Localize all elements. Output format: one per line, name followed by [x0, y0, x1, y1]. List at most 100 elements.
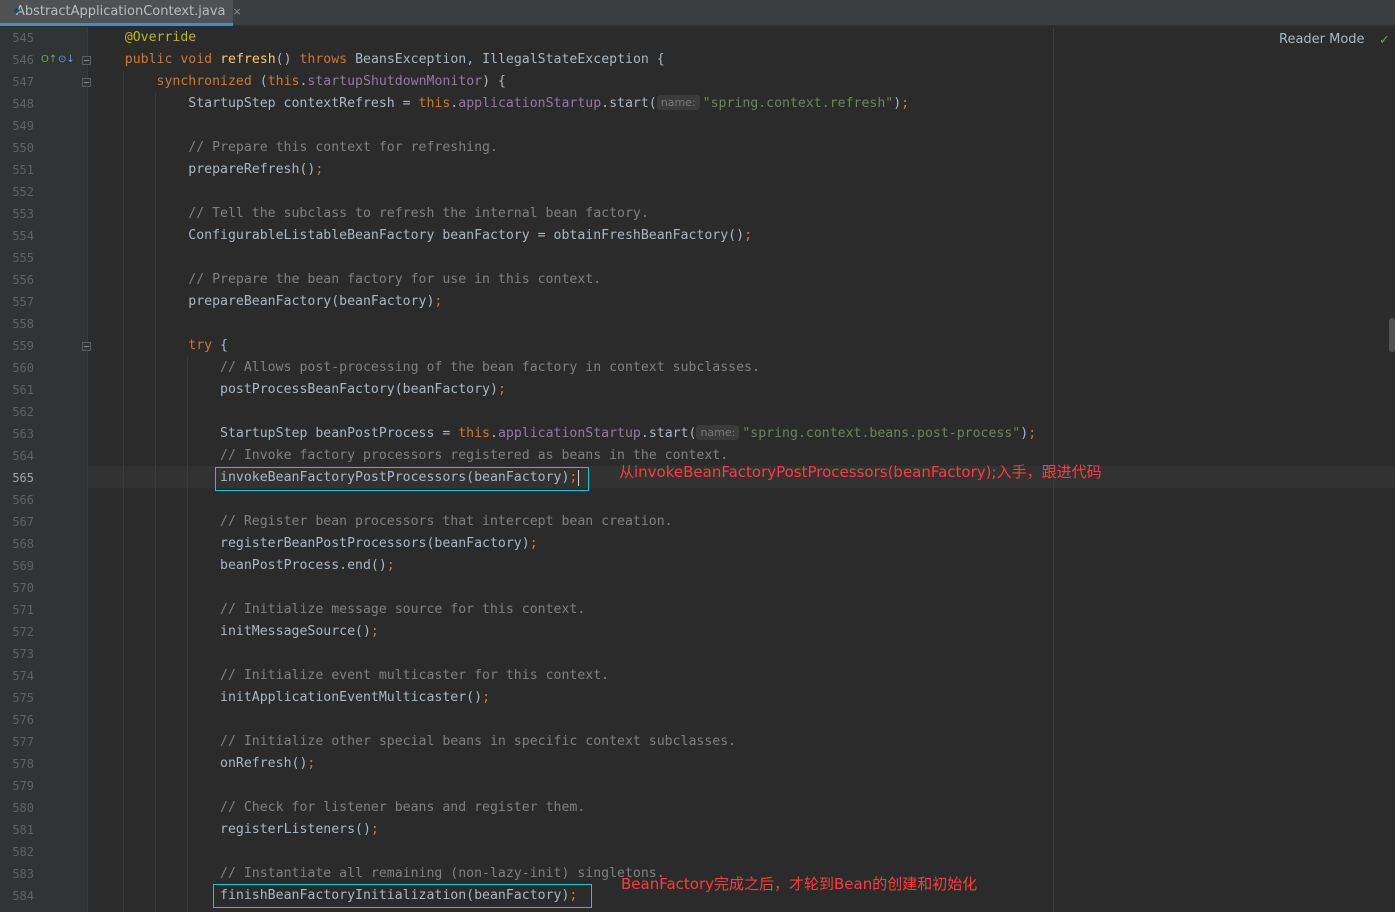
- code-line-575: initApplicationEventMulticaster();: [93, 687, 1036, 709]
- line-number[interactable]: 581: [0, 819, 40, 841]
- code-line-557: prepareBeanFactory(beanFactory);: [93, 291, 1036, 313]
- line-number[interactable]: 546: [0, 49, 40, 71]
- line-number[interactable]: 577: [0, 731, 40, 753]
- code-text: StartupStep beanPostProcess =: [220, 426, 459, 441]
- tab-abstract-application-context[interactable]: AbstractApplicationContext.java ×: [0, 0, 242, 26]
- field-name: startupShutdownMonitor: [307, 74, 483, 89]
- line-number[interactable]: 559: [0, 335, 40, 357]
- code-text: prepareBeanFactory(beanFactory): [188, 294, 435, 309]
- line-number[interactable]: 551: [0, 159, 40, 181]
- code-text: registerListeners(): [220, 822, 371, 837]
- line-number[interactable]: 578: [0, 753, 40, 775]
- line-number[interactable]: 562: [0, 401, 40, 423]
- line-number[interactable]: 547: [0, 71, 40, 93]
- fold-marker-synchronized[interactable]: [82, 78, 91, 87]
- line-number[interactable]: 555: [0, 247, 40, 269]
- line-number[interactable]: 566: [0, 489, 40, 511]
- line-number[interactable]: 571: [0, 599, 40, 621]
- line-number[interactable]: 557: [0, 291, 40, 313]
- line-number[interactable]: 561: [0, 379, 40, 401]
- code-line-551: prepareRefresh();: [93, 159, 1036, 181]
- line-number[interactable]: 579: [0, 775, 40, 797]
- comment: // Initialize event multicaster for this…: [220, 668, 610, 683]
- line-number[interactable]: 584: [0, 885, 40, 907]
- line-number[interactable]: 560: [0, 357, 40, 379]
- line-number[interactable]: 549: [0, 115, 40, 137]
- line-number[interactable]: 572: [0, 621, 40, 643]
- line-number[interactable]: 569: [0, 555, 40, 577]
- line-number[interactable]: 558: [0, 313, 40, 335]
- code-text: ConfigurableListableBeanFactory beanFact…: [188, 228, 745, 243]
- code-text: prepareRefresh(): [188, 162, 316, 177]
- semicolon: ;: [315, 162, 324, 177]
- line-number[interactable]: 583: [0, 863, 40, 885]
- semicolon: ;: [370, 624, 379, 639]
- semicolon: ;: [529, 536, 538, 551]
- string-literal: "spring.context.refresh": [702, 96, 894, 111]
- line-number[interactable]: 552: [0, 181, 40, 203]
- semicolon: ;: [497, 382, 506, 397]
- code-editor[interactable]: 545 546 547 548 549 550 551 552 553 554 555 556 557 5…: [0, 27, 1395, 912]
- line-number[interactable]: 575: [0, 687, 40, 709]
- comment: // Allows post-processing of the bean fa…: [220, 360, 760, 375]
- code-line-571: // Initialize message source for this co…: [93, 599, 1036, 621]
- parameter-hint: name:: [696, 425, 740, 440]
- fold-marker-try[interactable]: [82, 342, 91, 351]
- semicolon: ;: [482, 690, 491, 705]
- comment: // Instantiate all remaining (non-lazy-i…: [220, 866, 665, 881]
- line-number[interactable]: 567: [0, 511, 40, 533]
- line-number[interactable]: 576: [0, 709, 40, 731]
- code-text: initMessageSource(): [220, 624, 371, 639]
- inspection-ok-icon[interactable]: ✓: [1379, 33, 1390, 48]
- code-text: postProcessBeanFactory(beanFactory): [220, 382, 498, 397]
- line-number[interactable]: 568: [0, 533, 40, 555]
- line-number[interactable]: 573: [0, 643, 40, 665]
- code-text: {: [212, 338, 228, 353]
- code-text: ) {: [482, 74, 506, 89]
- code-line-561: postProcessBeanFactory(beanFactory);: [93, 379, 1036, 401]
- keyword: this: [458, 426, 490, 441]
- line-number[interactable]: 570: [0, 577, 40, 599]
- keyword: void: [180, 52, 213, 67]
- code-line-574: // Initialize event multicaster for this…: [93, 665, 1036, 687]
- implemented-icon[interactable]: ⊙↓: [58, 54, 75, 66]
- semicolon: ;: [744, 228, 753, 243]
- line-number[interactable]: 550: [0, 137, 40, 159]
- highlight-box-invoke: [215, 467, 589, 491]
- annotation-note-invoke: 从invokeBeanFactoryPostProcessors(beanFac…: [619, 463, 1102, 481]
- code-line-545: @Override: [93, 27, 1036, 49]
- keyword: try: [188, 338, 213, 353]
- code-text: .start(: [640, 426, 697, 441]
- fold-marker-method[interactable]: [82, 56, 91, 65]
- scrollbar-thumb[interactable]: [1389, 318, 1395, 352]
- line-number[interactable]: 565: [0, 467, 40, 489]
- line-number[interactable]: 545: [0, 27, 40, 49]
- semicolon: ;: [1028, 426, 1037, 441]
- close-icon[interactable]: ×: [233, 5, 242, 18]
- line-number[interactable]: 564: [0, 445, 40, 467]
- line-number[interactable]: 582: [0, 841, 40, 863]
- semicolon: ;: [386, 558, 395, 573]
- reader-mode-button[interactable]: Reader Mode: [1279, 32, 1365, 47]
- line-number[interactable]: 563: [0, 423, 40, 445]
- line-number[interactable]: 553: [0, 203, 40, 225]
- line-number[interactable]: 580: [0, 797, 40, 819]
- comment: // Register bean processors that interce…: [220, 514, 673, 529]
- code-line-581: registerListeners();: [93, 819, 1036, 841]
- comment: // Tell the subclass to refresh the inte…: [188, 206, 649, 221]
- line-number[interactable]: 554: [0, 225, 40, 247]
- line-number[interactable]: 548: [0, 93, 40, 115]
- line-number[interactable]: 574: [0, 665, 40, 687]
- override-icon[interactable]: O↑: [41, 54, 57, 66]
- method-name-refresh[interactable]: refresh: [220, 52, 276, 67]
- semicolon: ;: [901, 96, 910, 111]
- gutter: 545 546 547 548 549 550 551 552 553 554 555 556 557 5…: [0, 27, 91, 912]
- parameter-hint: name:: [656, 95, 700, 110]
- line-number[interactable]: 556: [0, 269, 40, 291]
